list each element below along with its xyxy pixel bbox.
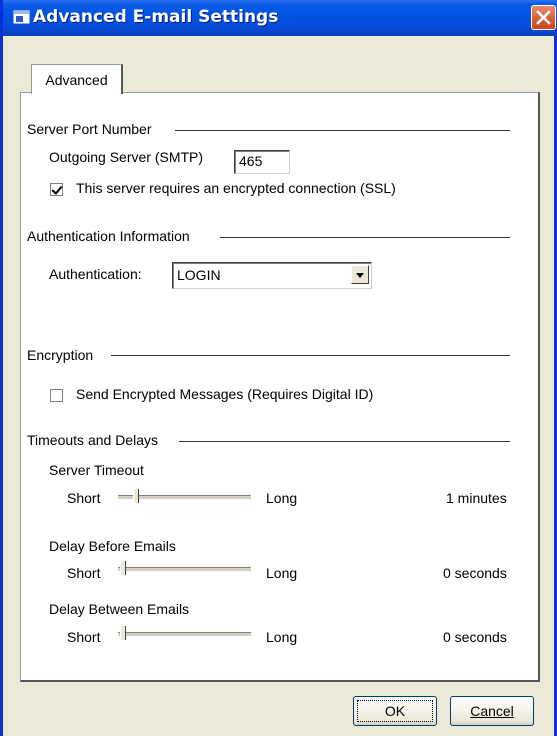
- title-bar[interactable]: Advanced E-mail Settings: [3, 0, 557, 36]
- delay-before-label: Delay Before Emails: [49, 538, 176, 554]
- chevron-down-icon[interactable]: [351, 265, 369, 284]
- server-timeout-value: 1 minutes: [446, 490, 507, 506]
- server-timeout-label: Server Timeout: [49, 462, 144, 478]
- section-divider: [220, 237, 510, 238]
- close-icon: [536, 10, 551, 25]
- close-button[interactable]: [531, 5, 556, 30]
- slider-min-label: Short: [67, 490, 101, 506]
- section-server-port: Server Port Number: [27, 121, 152, 137]
- delay-between-label: Delay Between Emails: [49, 601, 190, 617]
- delay-before-slider-track[interactable]: [118, 567, 251, 572]
- authentication-dropdown[interactable]: LOGIN: [172, 262, 372, 289]
- slider-max-label: Long: [266, 629, 298, 645]
- ssl-checkbox[interactable]: [50, 183, 63, 196]
- tab-advanced[interactable]: Advanced: [31, 64, 123, 94]
- smtp-port-input[interactable]: 465: [234, 150, 290, 174]
- send-encrypted-checkbox[interactable]: [50, 389, 63, 402]
- delay-before-value: 0 seconds: [443, 565, 507, 581]
- slider-max-label: Long: [266, 490, 298, 506]
- slider-min-label: Short: [67, 565, 101, 581]
- ssl-checkbox-label: This server requires an encrypted connec…: [76, 180, 396, 196]
- cancel-button-label: Cancel: [470, 703, 514, 719]
- app-window-icon: [13, 10, 31, 26]
- dialog-window: Advanced E-mail Settings Advanced Server…: [0, 0, 557, 736]
- cancel-button[interactable]: Cancel: [450, 696, 534, 726]
- section-authentication: Authentication Information: [27, 228, 190, 244]
- section-timeouts: Timeouts and Delays: [27, 432, 158, 448]
- delay-before-slider-thumb[interactable]: [120, 561, 126, 575]
- section-divider: [175, 130, 510, 131]
- delay-between-value: 0 seconds: [443, 629, 507, 645]
- section-divider: [111, 355, 510, 356]
- server-timeout-slider-thumb[interactable]: [132, 489, 139, 503]
- ok-button[interactable]: OK: [353, 696, 437, 726]
- send-encrypted-label: Send Encrypted Messages (Requires Digita…: [76, 386, 374, 402]
- section-divider: [179, 441, 510, 442]
- slider-max-label: Long: [266, 565, 298, 581]
- window-title: Advanced E-mail Settings: [33, 7, 279, 27]
- authentication-selected-value: LOGIN: [177, 267, 221, 283]
- section-encryption: Encryption: [27, 347, 94, 363]
- slider-min-label: Short: [67, 629, 101, 645]
- delay-between-slider-track[interactable]: [118, 632, 251, 637]
- authentication-label: Authentication:: [49, 266, 142, 282]
- delay-between-slider-thumb[interactable]: [120, 626, 126, 640]
- smtp-port-label: Outgoing Server (SMTP): [49, 149, 204, 165]
